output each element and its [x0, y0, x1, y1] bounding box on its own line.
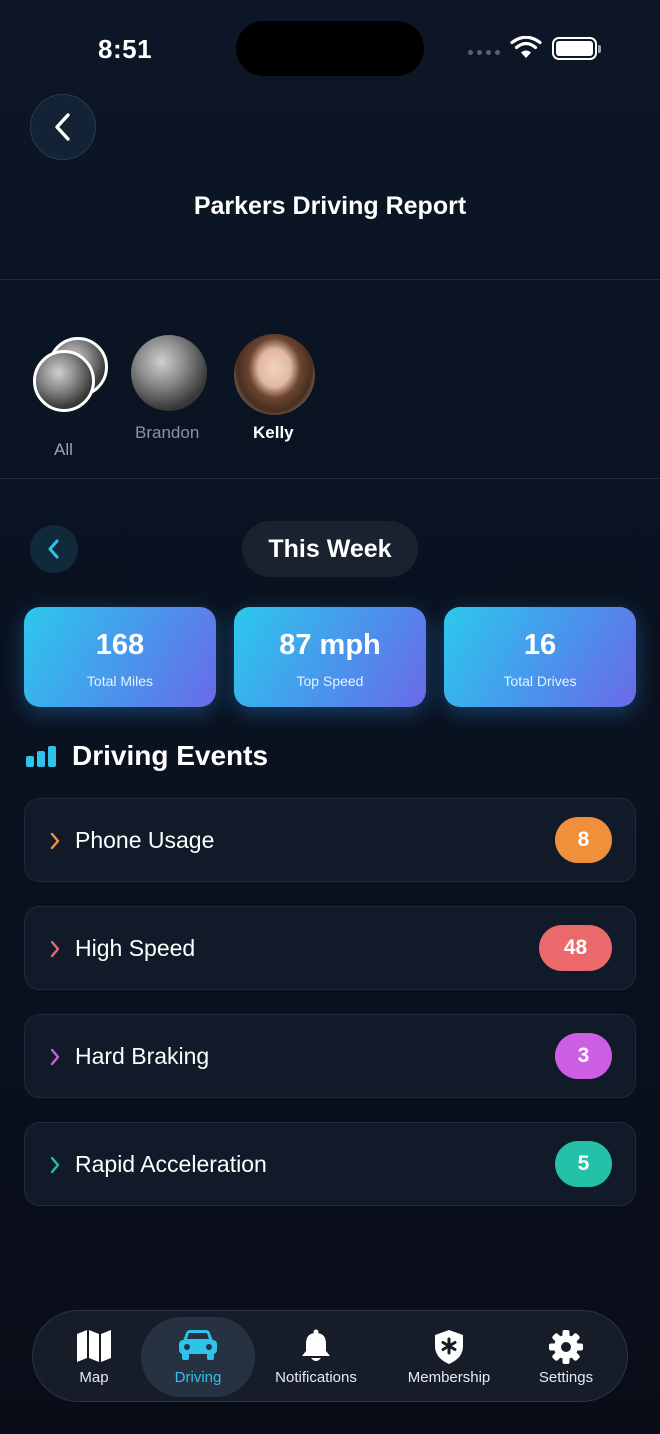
stat-label: Total Drives: [503, 673, 577, 689]
profile-label-kelly: Kelly: [253, 423, 294, 442]
event-row-high-speed[interactable]: High Speed 48: [24, 906, 636, 990]
event-label: Phone Usage: [75, 827, 215, 853]
event-label: Rapid Acceleration: [75, 1151, 267, 1177]
map-icon: [77, 1330, 111, 1362]
chevron-right-icon: [50, 1048, 60, 1066]
bar-chart-icon: [26, 745, 56, 767]
nav-item-map[interactable]: Map: [53, 1311, 135, 1403]
nav-item-settings[interactable]: Settings: [521, 1311, 611, 1403]
dynamic-island: [236, 21, 424, 76]
stat-label: Top Speed: [296, 673, 364, 689]
signal-icon: [468, 50, 500, 55]
nav-label: Notifications: [275, 1369, 357, 1386]
avatar: [33, 350, 95, 412]
nav-label: Settings: [538, 1369, 594, 1386]
nav-label: Map: [79, 1369, 109, 1386]
car-icon: [179, 1330, 217, 1360]
back-button[interactable]: [30, 94, 96, 160]
chevron-left-icon: [48, 539, 59, 559]
period-selector[interactable]: This Week: [242, 521, 418, 577]
event-row-hard-braking[interactable]: Hard Braking 3: [24, 1014, 636, 1098]
profile-label-brandon: Brandon: [135, 423, 200, 442]
avatar: [234, 334, 315, 415]
nav-item-membership[interactable]: Membership: [391, 1311, 507, 1403]
stat-card-top-speed: 87 mph Top Speed: [234, 607, 426, 707]
nav-label: Driving: [174, 1369, 222, 1386]
chevron-right-icon: [50, 1156, 60, 1174]
event-count-badge: 8: [555, 817, 612, 863]
event-count-badge: 5: [555, 1141, 612, 1187]
previous-week-button[interactable]: [30, 525, 78, 573]
profile-label-all: All: [54, 440, 73, 459]
chevron-right-icon: [50, 832, 60, 850]
event-row-rapid-acceleration[interactable]: Rapid Acceleration 5: [24, 1122, 636, 1206]
event-row-phone-usage[interactable]: Phone Usage 8: [24, 798, 636, 882]
shield-icon: [435, 1330, 463, 1364]
event-count-badge: 3: [555, 1033, 612, 1079]
nav-item-driving[interactable]: Driving: [141, 1311, 255, 1403]
gear-icon: [549, 1330, 583, 1364]
nav-item-notifications[interactable]: Notifications: [261, 1311, 371, 1403]
stat-value: 168: [95, 629, 145, 661]
stat-value: 87 mph: [279, 629, 381, 661]
status-bar: 8:51: [0, 0, 660, 96]
chevron-left-icon: [55, 113, 70, 141]
section-title: Driving Events: [72, 740, 269, 771]
stat-value: 16: [523, 629, 557, 661]
header-divider: [0, 279, 660, 280]
bottom-nav: Map Driving Notifications Membership Set…: [32, 1310, 628, 1402]
stat-card-total-drives: 16 Total Drives: [444, 607, 636, 707]
status-time: 8:51: [98, 34, 153, 64]
event-count-badge: 48: [539, 925, 612, 971]
page-title: Parkers Driving Report: [193, 192, 467, 220]
bell-icon: [302, 1329, 330, 1361]
profiles-divider: [0, 478, 660, 479]
avatar: [131, 335, 207, 411]
battery-icon: [552, 37, 601, 60]
chevron-right-icon: [50, 940, 60, 958]
wifi-icon: [510, 36, 542, 58]
stat-card-total-miles: 168 Total Miles: [24, 607, 216, 707]
nav-label: Membership: [407, 1369, 491, 1386]
stat-label: Total Miles: [86, 673, 154, 689]
event-label: Hard Braking: [75, 1043, 210, 1069]
event-label: High Speed: [75, 935, 196, 961]
